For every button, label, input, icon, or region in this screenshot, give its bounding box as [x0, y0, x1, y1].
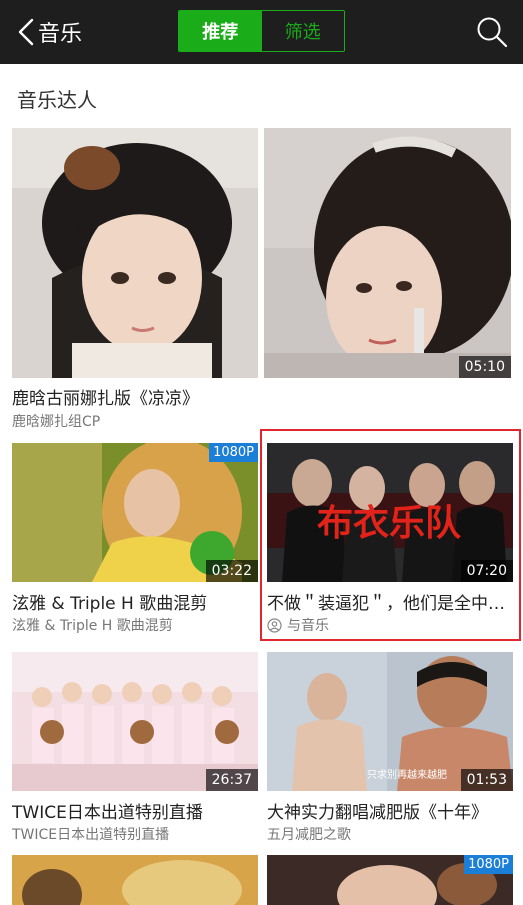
video-title: 鹿晗古丽娜扎版《凉凉》	[12, 389, 199, 409]
video-card[interactable]: 1080P	[267, 855, 513, 905]
video-card[interactable]: 26:37 TWICE日本出道特别直播 TWICE日本出道特别直播	[12, 652, 258, 846]
user-icon	[267, 617, 282, 633]
video-caption: 只求别再越来越肥	[367, 768, 447, 781]
video-duration: 26:37	[205, 769, 258, 791]
video-card[interactable]: 布衣乐队 07:20 不做＂装逼犯＂，他们是全中国最真实的乐队 与音乐	[267, 443, 513, 637]
video-thumbnail: 只求别再越来越肥 01:53	[267, 652, 513, 791]
video-thumbnail	[12, 128, 258, 378]
video-card[interactable]	[12, 855, 258, 905]
video-thumbnail-right[interactable]: 05:10	[264, 128, 511, 378]
hd-badge: 1080P	[464, 855, 513, 874]
video-subtitle: TWICE日本出道特别直播	[12, 827, 170, 843]
thumbnail-image	[12, 855, 258, 905]
back-label: 音乐	[38, 22, 83, 47]
video-title: 不做＂装逼犯＂，他们是全中国最真实的乐队	[267, 594, 513, 614]
video-title: 大神实力翻唱减肥版《十年》	[267, 803, 488, 823]
video-thumbnail: 布衣乐队 07:20	[267, 443, 513, 582]
video-duration: 01:53	[460, 769, 513, 791]
video-subtitle-row: 与音乐	[267, 615, 513, 635]
hd-badge: 1080P	[209, 443, 258, 462]
back-button[interactable]: 音乐	[12, 12, 82, 52]
video-subtitle: 鹿晗娜扎组CP	[12, 414, 101, 430]
chevron-left-icon	[18, 18, 34, 46]
tab-recommend[interactable]: 推荐	[179, 11, 262, 51]
video-duration: 03:22	[205, 560, 258, 582]
video-subtitle: 与音乐	[287, 618, 329, 634]
video-subtitle: 泫雅 & Triple H 歌曲混剪	[12, 618, 173, 634]
video-card[interactable]: 1080P 03:22 泫雅 & Triple H 歌曲混剪 泫雅 & Trip…	[12, 443, 258, 637]
portrait-image	[12, 128, 258, 378]
poster-title: 布衣乐队	[317, 502, 462, 544]
video-duration: 07:20	[460, 560, 513, 582]
tab-filter[interactable]: 筛选	[261, 11, 344, 51]
section-title: 音乐达人	[17, 88, 97, 112]
video-thumbnail	[12, 855, 258, 905]
video-card[interactable]: 只求别再越来越肥 01:53 大神实力翻唱减肥版《十年》 五月减肥之歌	[267, 652, 513, 846]
video-title: TWICE日本出道特别直播	[12, 803, 203, 823]
video-card[interactable]: 鹿晗古丽娜扎版《凉凉》 鹿晗娜扎组CP	[12, 128, 258, 434]
search-icon[interactable]	[475, 15, 509, 49]
video-thumbnail: 1080P 03:22	[12, 443, 258, 582]
video-subtitle: 五月减肥之歌	[267, 827, 351, 843]
segmented-control: 推荐 筛选	[178, 10, 345, 52]
portrait-image	[264, 128, 511, 378]
video-thumbnail: 1080P	[267, 855, 513, 905]
video-duration: 05:10	[458, 356, 511, 378]
video-title: 泫雅 & Triple H 歌曲混剪	[12, 594, 208, 614]
top-nav-bar: 音乐 推荐 筛选	[0, 0, 523, 64]
video-thumbnail: 26:37	[12, 652, 258, 791]
